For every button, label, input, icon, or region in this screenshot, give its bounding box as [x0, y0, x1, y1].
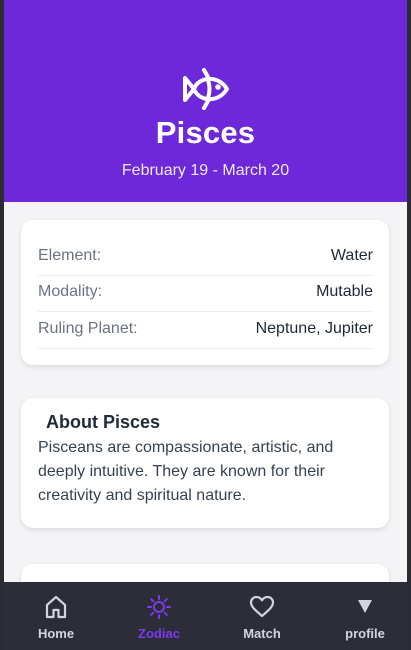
nav-label-zodiac: Zodiac — [138, 626, 180, 641]
left-edge-strip — [0, 0, 4, 650]
sign-title: Pisces — [155, 115, 256, 150]
nav-item-zodiac[interactable]: Zodiac — [109, 582, 209, 650]
sun-icon — [147, 595, 171, 619]
trait-value: Mutable — [316, 283, 373, 300]
sign-header: Pisces February 19 - March 20 — [4, 0, 407, 202]
about-description: Pisceans are compassionate, artistic, an… — [38, 439, 334, 504]
nav-label-profile: profile — [345, 626, 385, 641]
sign-date-range: February 19 - March 20 — [121, 162, 290, 179]
about-title: About Pisces — [46, 412, 161, 432]
trait-row-element: Element: Water — [38, 239, 373, 276]
trait-row-ruling-planet: Ruling Planet: Neptune, Jupiter — [38, 312, 373, 349]
traits-card: Element: Water Modality: Mutable Ruling … — [21, 220, 389, 365]
heart-icon — [249, 595, 275, 618]
nav-label-match: Match — [243, 626, 281, 641]
home-icon — [45, 595, 67, 619]
trait-row-modality: Modality: Mutable — [38, 275, 373, 312]
about-card: About Pisces Pisceans are compassionate,… — [21, 398, 389, 528]
trait-value: Water — [330, 247, 373, 264]
app-screen: Pisces February 19 - March 20 Element: W… — [0, 0, 411, 650]
trait-label: Element: — [38, 247, 102, 264]
nav-item-match[interactable]: Match — [212, 582, 312, 650]
triangle-down-icon — [358, 600, 372, 613]
bottom-navigation: Home Zodiac Match profile — [4, 582, 407, 650]
trait-value: Neptune, Jupiter — [255, 320, 373, 337]
trait-label: Ruling Planet: — [38, 320, 138, 337]
nav-item-home[interactable]: Home — [6, 582, 106, 650]
nav-item-profile[interactable]: profile — [315, 582, 411, 650]
fish-icon — [182, 68, 229, 110]
right-edge-strip — [407, 0, 411, 650]
nav-label-home: Home — [37, 626, 75, 641]
trait-label: Modality: — [38, 283, 103, 300]
main-content[interactable]: Element: Water Modality: Mutable Ruling … — [4, 202, 407, 624]
